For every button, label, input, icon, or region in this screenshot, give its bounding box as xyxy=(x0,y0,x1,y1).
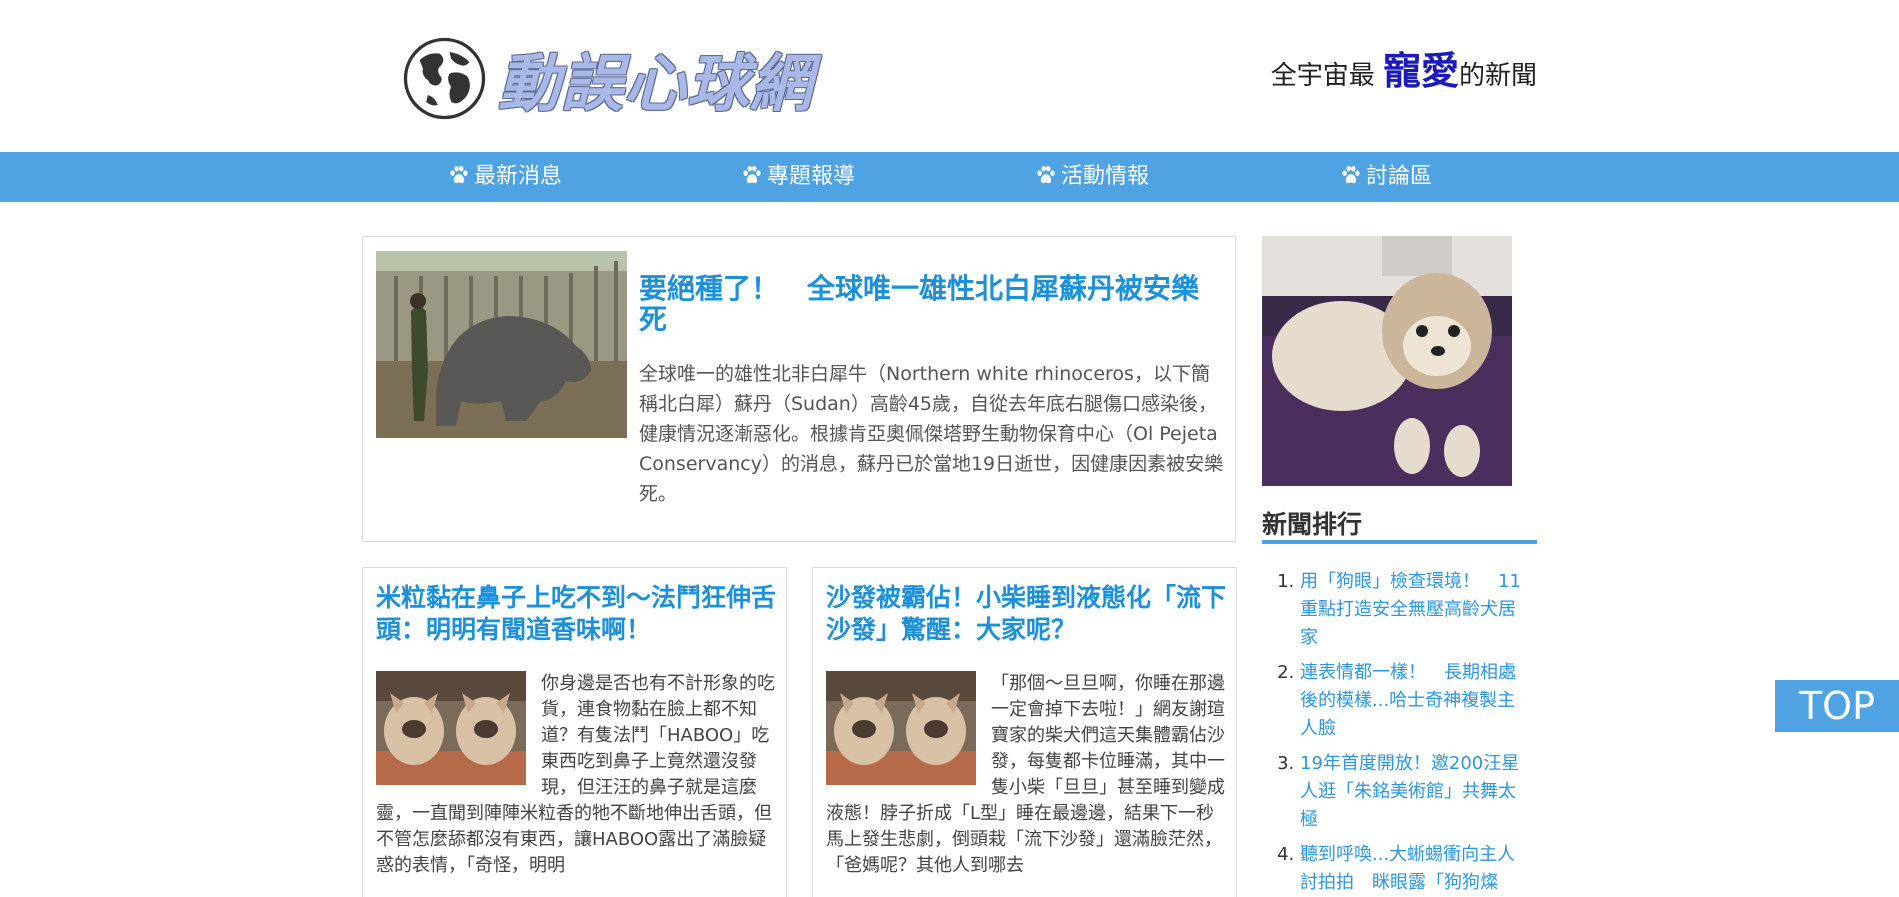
main-nav: 最新消息 專題報導 活動情報 討論區 xyxy=(0,152,1899,202)
nav-item-forum[interactable]: 討論區 xyxy=(1340,152,1432,202)
ranking-item: 19年首度開放！邀200汪星人逛「朱銘美術館」共舞太極 xyxy=(1300,750,1532,834)
site-header: 動誤心球網 全宇宙最 寵愛的新聞 xyxy=(0,0,1899,152)
feature-title[interactable]: 要絕種了！ 全球唯一雄性北白犀蘇丹被安樂死 xyxy=(639,273,1219,335)
shih-tzu-photo[interactable] xyxy=(1262,236,1512,486)
nav-label: 最新消息 xyxy=(474,164,563,189)
feature-summary: 全球唯一的雄性北非白犀牛（Northern white rhinoceros，以… xyxy=(639,363,1224,505)
ranking-item: 聽到呼喚...大蜥蜴衝向主人討拍拍 眯眼露「狗狗燦 xyxy=(1300,841,1532,897)
ranking-divider xyxy=(1262,540,1537,544)
site-slogan: 全宇宙最 寵愛的新聞 xyxy=(1271,40,1537,95)
nav-item-features[interactable]: 專題報導 xyxy=(741,152,855,202)
card-title[interactable]: 米粒黏在鼻子上吃不到～法鬥狂伸舌頭：明明有聞道香味啊！ xyxy=(376,582,776,646)
card-summary: 「那個～旦旦啊，你睡在那邊一定會掉下去啦！」網友謝瑄寶家的柴犬們這天集體霸佔沙發… xyxy=(826,671,1226,879)
ranking-item: 用「狗眼」檢查環境！ 11重點打造安全無壓高齡犬居家 xyxy=(1300,568,1532,652)
slogan-post: 的新聞 xyxy=(1458,61,1537,91)
news-card: 米粒黏在鼻子上吃不到～法鬥狂伸舌頭：明明有聞道香味啊！ 你身邊是否也有不計形象的… xyxy=(362,567,787,897)
rhino-photo[interactable] xyxy=(376,251,627,438)
site-logo-text[interactable]: 動誤心球網 xyxy=(498,33,813,123)
paw-icon xyxy=(450,165,468,184)
slogan-pre: 全宇宙最 xyxy=(1270,61,1383,91)
ranking-title: 新聞排行 xyxy=(1262,510,1363,539)
news-card: 沙發被霸佔！小柴睡到液態化「流下沙發」驚醒：大家呢？ 「那個～旦旦啊，你睡在那邊… xyxy=(812,567,1237,897)
paw-icon xyxy=(743,165,761,184)
globe-icon[interactable] xyxy=(403,37,486,120)
slogan-accent: 寵愛 xyxy=(1382,49,1459,93)
nav-label: 專題報導 xyxy=(767,164,856,189)
ranking-link[interactable]: 19年首度開放！邀200汪星人逛「朱銘美術館」共舞太極 xyxy=(1300,753,1519,830)
card-title[interactable]: 沙發被霸佔！小柴睡到液態化「流下沙發」驚醒：大家呢？ xyxy=(826,582,1226,646)
ranking-item: 連表情都一樣！ 長期相處後的模樣...哈士奇神複製主人臉 xyxy=(1300,659,1532,743)
nav-label: 活動情報 xyxy=(1061,164,1150,189)
nav-label: 討論區 xyxy=(1366,164,1433,189)
ranking-link[interactable]: 聽到呼喚...大蜥蜴衝向主人討拍拍 眯眼露「狗狗燦 xyxy=(1300,844,1515,893)
ranking-link[interactable]: 用「狗眼」檢查環境！ 11重點打造安全無壓高齡犬居家 xyxy=(1300,571,1521,648)
paw-icon xyxy=(1342,165,1360,184)
back-to-top-button[interactable]: TOP xyxy=(1775,680,1899,732)
page: 動誤心球網 全宇宙最 寵愛的新聞 最新消息 專題報導 活動情報 討論區 要絕種了… xyxy=(0,0,1899,897)
ranking-list: 用「狗眼」檢查環境！ 11重點打造安全無壓高齡犬居家 連表情都一樣！ 長期相處後… xyxy=(1262,568,1532,897)
paw-icon xyxy=(1037,165,1055,184)
feature-article: 要絕種了！ 全球唯一雄性北白犀蘇丹被安樂死 全球唯一的雄性北非白犀牛（North… xyxy=(362,236,1236,542)
nav-item-events[interactable]: 活動情報 xyxy=(1035,152,1149,202)
ranking-link[interactable]: 連表情都一樣！ 長期相處後的模樣...哈士奇神複製主人臉 xyxy=(1300,662,1516,739)
nav-item-latest-news[interactable]: 最新消息 xyxy=(448,152,562,202)
card-summary: 你身邊是否也有不計形象的吃貨，連食物黏在臉上都不知道？有隻法鬥「HABOO」吃東… xyxy=(376,671,776,879)
